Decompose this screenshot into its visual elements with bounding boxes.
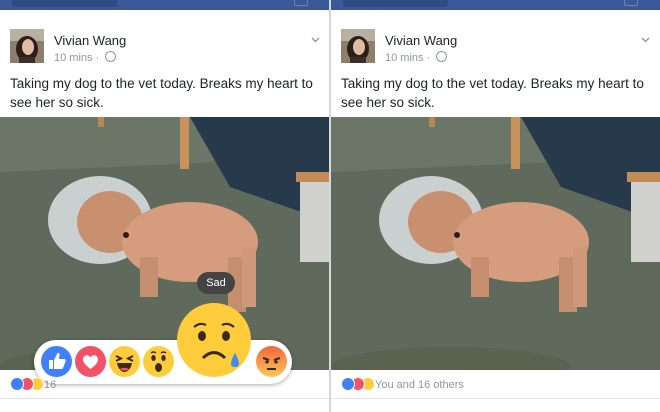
search-bar[interactable] [12, 0, 117, 7]
chevron-down-icon[interactable] [311, 35, 320, 44]
post-photo[interactable] [331, 117, 660, 370]
post-card-left: Vivian Wang 10 mins · Taking my dog to t… [0, 0, 330, 412]
post-card-right: Vivian Wang 10 mins · Taking my dog to t… [331, 0, 660, 412]
love-reaction-button[interactable] [75, 346, 106, 377]
angry-face-icon [262, 357, 281, 370]
chevron-down-icon[interactable] [641, 35, 650, 44]
search-bar[interactable] [343, 0, 448, 7]
reaction-count[interactable]: You and 16 others [375, 379, 464, 391]
post-time[interactable]: 10 mins [54, 52, 93, 64]
post-text: Taking my dog to the vet today. Breaks m… [10, 76, 313, 110]
meta-separator: · [426, 52, 431, 64]
wow-reaction-button[interactable] [143, 346, 174, 377]
meta-separator: · [95, 52, 100, 64]
angry-reaction-button[interactable] [256, 346, 287, 377]
avatar[interactable] [341, 29, 375, 63]
avatar[interactable] [10, 29, 44, 63]
post-photo[interactable] [0, 117, 330, 370]
globe-icon [105, 51, 117, 62]
laughing-face-icon [115, 355, 134, 372]
post-meta: 10 mins · [385, 51, 448, 64]
post-text: Taking my dog to the vet today. Breaks m… [341, 76, 644, 110]
globe-icon [436, 51, 448, 62]
author-name[interactable]: Vivian Wang [54, 33, 126, 48]
post-meta: 10 mins · [54, 51, 117, 64]
divider [0, 398, 330, 399]
author-name[interactable]: Vivian Wang [385, 33, 457, 48]
reaction-tooltip: Sad [197, 272, 235, 294]
like-reaction-button[interactable] [41, 346, 72, 377]
menu-button[interactable] [624, 0, 638, 6]
haha-reaction-button[interactable] [109, 346, 140, 377]
heart-icon [83, 355, 98, 369]
thumbs-up-icon [49, 352, 66, 369]
like-icon [10, 377, 24, 391]
surprised-face-icon [150, 351, 167, 372]
divider [331, 398, 660, 399]
reaction-count[interactable]: 16 [44, 379, 56, 391]
menu-button[interactable] [294, 0, 308, 6]
sad-reaction-button[interactable] [177, 303, 251, 377]
like-icon [341, 377, 355, 391]
top-navigation-bar [0, 0, 330, 10]
post-time[interactable]: 10 mins [385, 52, 424, 64]
top-navigation-bar [331, 0, 660, 10]
crying-face-icon [193, 322, 239, 367]
